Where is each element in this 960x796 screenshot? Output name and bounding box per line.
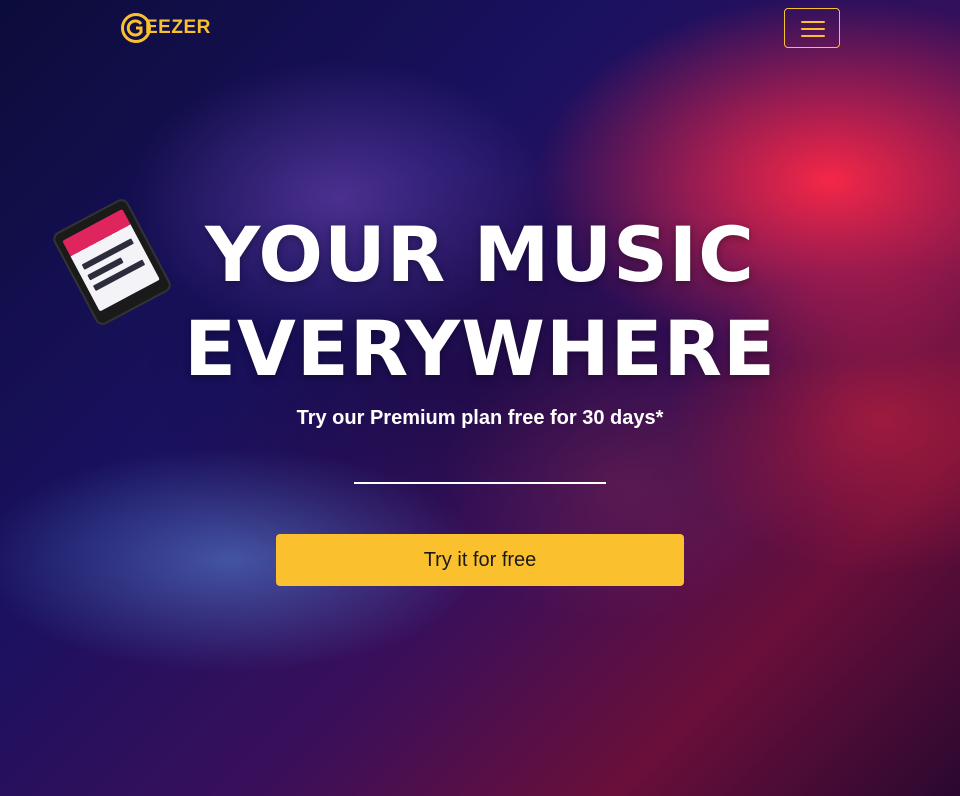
try-free-button[interactable]: Try it for free [276,534,684,586]
headline-line-1: YOUR MUSIC [205,210,755,299]
brand-name: EEZER [145,17,211,38]
navbar: EEZER [0,0,960,56]
hamburger-menu-icon [801,21,825,37]
hero-background [0,0,960,796]
headline-line-2: EVERYWHERE [184,304,776,393]
brand-logo-link[interactable]: EEZER [121,12,211,44]
hero-divider [354,482,606,484]
hero-subline: Try our Premium plan free for 30 days* [296,407,664,429]
hero-headline: YOUR MUSIC EVERYWHERE [0,208,960,396]
hamburger-menu-button[interactable] [784,8,840,48]
